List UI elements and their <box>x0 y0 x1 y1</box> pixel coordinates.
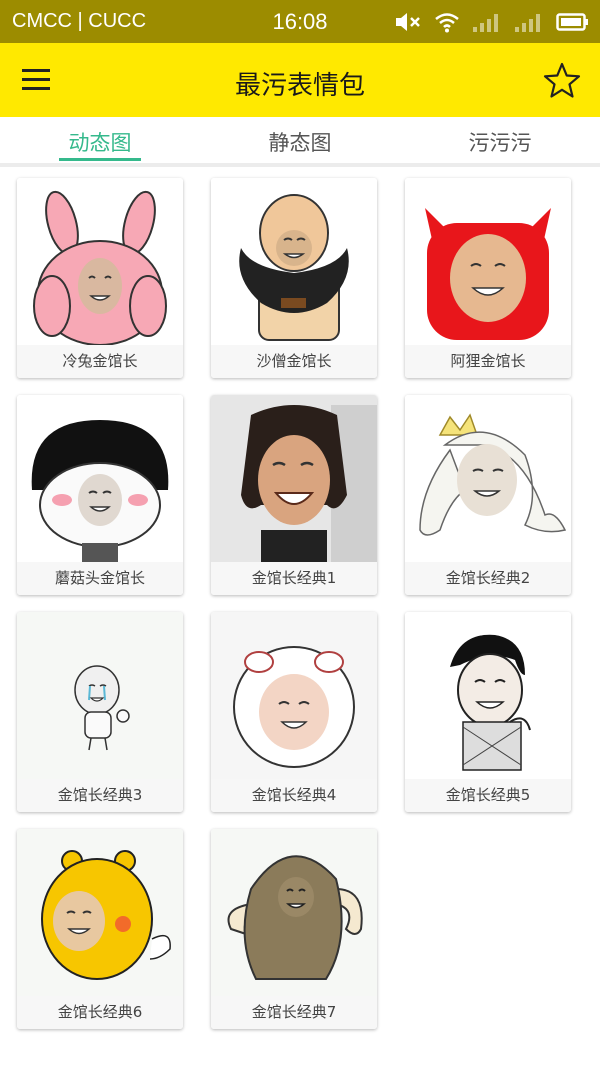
meme-card[interactable]: 金馆长经典2 <box>405 395 571 595</box>
meme-label: 金馆长经典5 <box>405 779 571 812</box>
meme-thumbnail <box>405 612 571 779</box>
meme-card[interactable]: 蘑菇头金馆长 <box>17 395 183 595</box>
signal-icon <box>515 14 540 32</box>
tab-indicator <box>59 158 141 161</box>
meme-thumbnail <box>211 612 377 779</box>
meme-thumbnail <box>17 395 183 562</box>
wifi-icon <box>435 13 459 33</box>
battery-icon <box>556 13 588 31</box>
status-icons <box>394 9 590 35</box>
favorite-button[interactable] <box>542 61 582 101</box>
meme-label: 蘑菇头金馆长 <box>17 562 183 595</box>
status-bar: CMCC | CUCC 16:08 <box>0 0 600 43</box>
star-icon <box>543 62 581 98</box>
meme-thumbnail <box>17 178 183 345</box>
app-bar: 最污表情包 <box>0 43 600 117</box>
tab-bar: 动态图 静态图 污污污 <box>0 117 600 167</box>
meme-card[interactable]: 金馆长经典7 <box>211 829 377 1029</box>
meme-label: 金馆长经典3 <box>17 779 183 812</box>
meme-card[interactable]: 金馆长经典3 <box>17 612 183 812</box>
meme-label: 金馆长经典6 <box>17 996 183 1029</box>
meme-card[interactable]: 金馆长经典4 <box>211 612 377 812</box>
page-title: 最污表情包 <box>234 71 365 101</box>
meme-card[interactable]: 阿狸金馆长 <box>405 178 571 378</box>
meme-label: 沙僧金馆长 <box>211 345 377 378</box>
meme-label: 金馆长经典2 <box>405 562 571 595</box>
meme-card[interactable]: 金馆长经典6 <box>17 829 183 1029</box>
meme-thumbnail <box>211 829 377 996</box>
tab-naughty[interactable]: 污污污 <box>440 127 560 157</box>
meme-card[interactable]: 金馆长经典1 <box>211 395 377 595</box>
meme-thumbnail <box>211 395 377 562</box>
meme-thumbnail <box>405 395 571 562</box>
meme-thumbnail <box>211 178 377 345</box>
meme-card[interactable]: 金馆长经典5 <box>405 612 571 812</box>
mute-icon <box>396 13 420 31</box>
tab-static[interactable]: 静态图 <box>240 127 360 157</box>
meme-label: 金馆长经典4 <box>211 779 377 812</box>
meme-label: 金馆长经典7 <box>211 996 377 1029</box>
meme-thumbnail <box>405 178 571 345</box>
tab-animated[interactable]: 动态图 <box>40 127 160 157</box>
meme-card[interactable]: 沙僧金馆长 <box>211 178 377 378</box>
meme-thumbnail <box>17 612 183 779</box>
meme-thumbnail <box>17 829 183 996</box>
meme-label: 阿狸金馆长 <box>405 345 571 378</box>
meme-label: 冷兔金馆长 <box>17 345 183 378</box>
meme-card[interactable]: 冷兔金馆长 <box>17 178 183 378</box>
meme-label: 金馆长经典1 <box>211 562 377 595</box>
signal-icon <box>473 14 498 32</box>
